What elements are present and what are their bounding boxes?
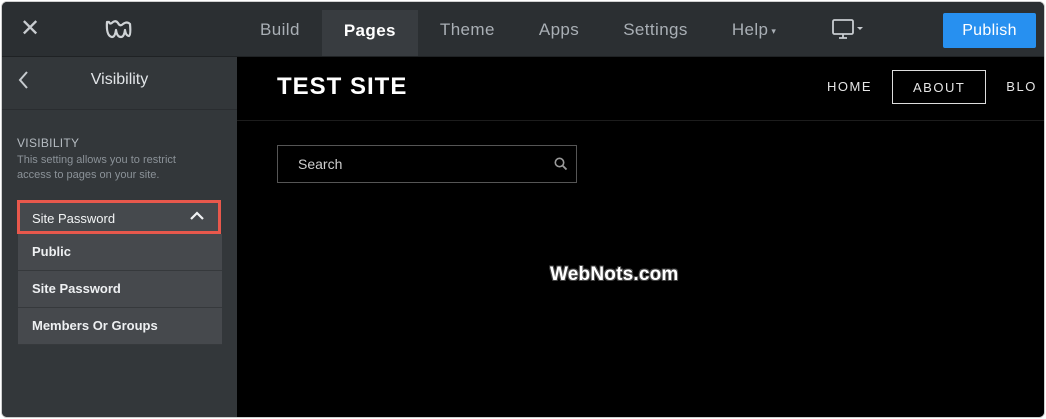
dropdown-options: Public Site Password Members Or Groups	[18, 234, 222, 345]
search-icon[interactable]	[554, 157, 568, 171]
site-nav-blog[interactable]: BLO	[986, 70, 1044, 104]
dropdown-selected-value: Site Password	[32, 211, 116, 226]
site-nav: HOME ABOUT BLO	[807, 70, 1044, 104]
search-box	[277, 145, 577, 183]
nav-settings[interactable]: Settings	[601, 2, 710, 56]
weebly-logo-icon	[105, 20, 132, 39]
caret-down-icon: ▾	[771, 25, 777, 36]
option-site-password[interactable]: Site Password	[18, 271, 222, 308]
option-public[interactable]: Public	[18, 234, 222, 271]
close-icon[interactable]: ✕	[18, 17, 42, 41]
monitor-icon[interactable]	[831, 18, 871, 42]
editor-window: ✕ Build Pages Theme Apps Settings Help ▾ …	[1, 1, 1045, 418]
nav-pages[interactable]: Pages	[321, 10, 418, 56]
visibility-dropdown[interactable]: Site Password	[17, 200, 221, 234]
nav-apps[interactable]: Apps	[517, 2, 601, 56]
watermark-text: WebNots.com	[550, 264, 679, 285]
search-input[interactable]	[278, 146, 548, 182]
nav-theme[interactable]: Theme	[418, 2, 517, 56]
section-label: VISIBILITY	[17, 136, 80, 150]
site-title[interactable]: TEST SITE	[277, 73, 407, 101]
site-nav-about[interactable]: ABOUT	[892, 70, 987, 104]
section-description: This setting allows you to restrict acce…	[17, 154, 176, 181]
panel-title: Visibility	[90, 71, 149, 88]
chevron-up-icon	[190, 211, 204, 220]
nav-build[interactable]: Build	[238, 2, 322, 56]
top-bar: ✕ Build Pages Theme Apps Settings Help ▾ …	[2, 2, 1044, 57]
header-divider	[237, 120, 1044, 121]
option-members-or-groups[interactable]: Members Or Groups	[18, 308, 222, 345]
site-nav-home[interactable]: HOME	[807, 70, 892, 104]
site-preview: TEST SITE HOME ABOUT BLO WebNots.com	[237, 57, 1044, 417]
nav-help[interactable]: Help ▾	[710, 2, 799, 56]
publish-button[interactable]: Publish	[943, 13, 1036, 48]
main-nav: Build Pages Theme Apps Settings Help ▾	[238, 2, 798, 56]
panel-header: Visibility	[2, 57, 237, 110]
visibility-panel: Visibility VISIBILITY This setting allow…	[2, 57, 237, 417]
nav-help-label: Help	[731, 20, 769, 39]
